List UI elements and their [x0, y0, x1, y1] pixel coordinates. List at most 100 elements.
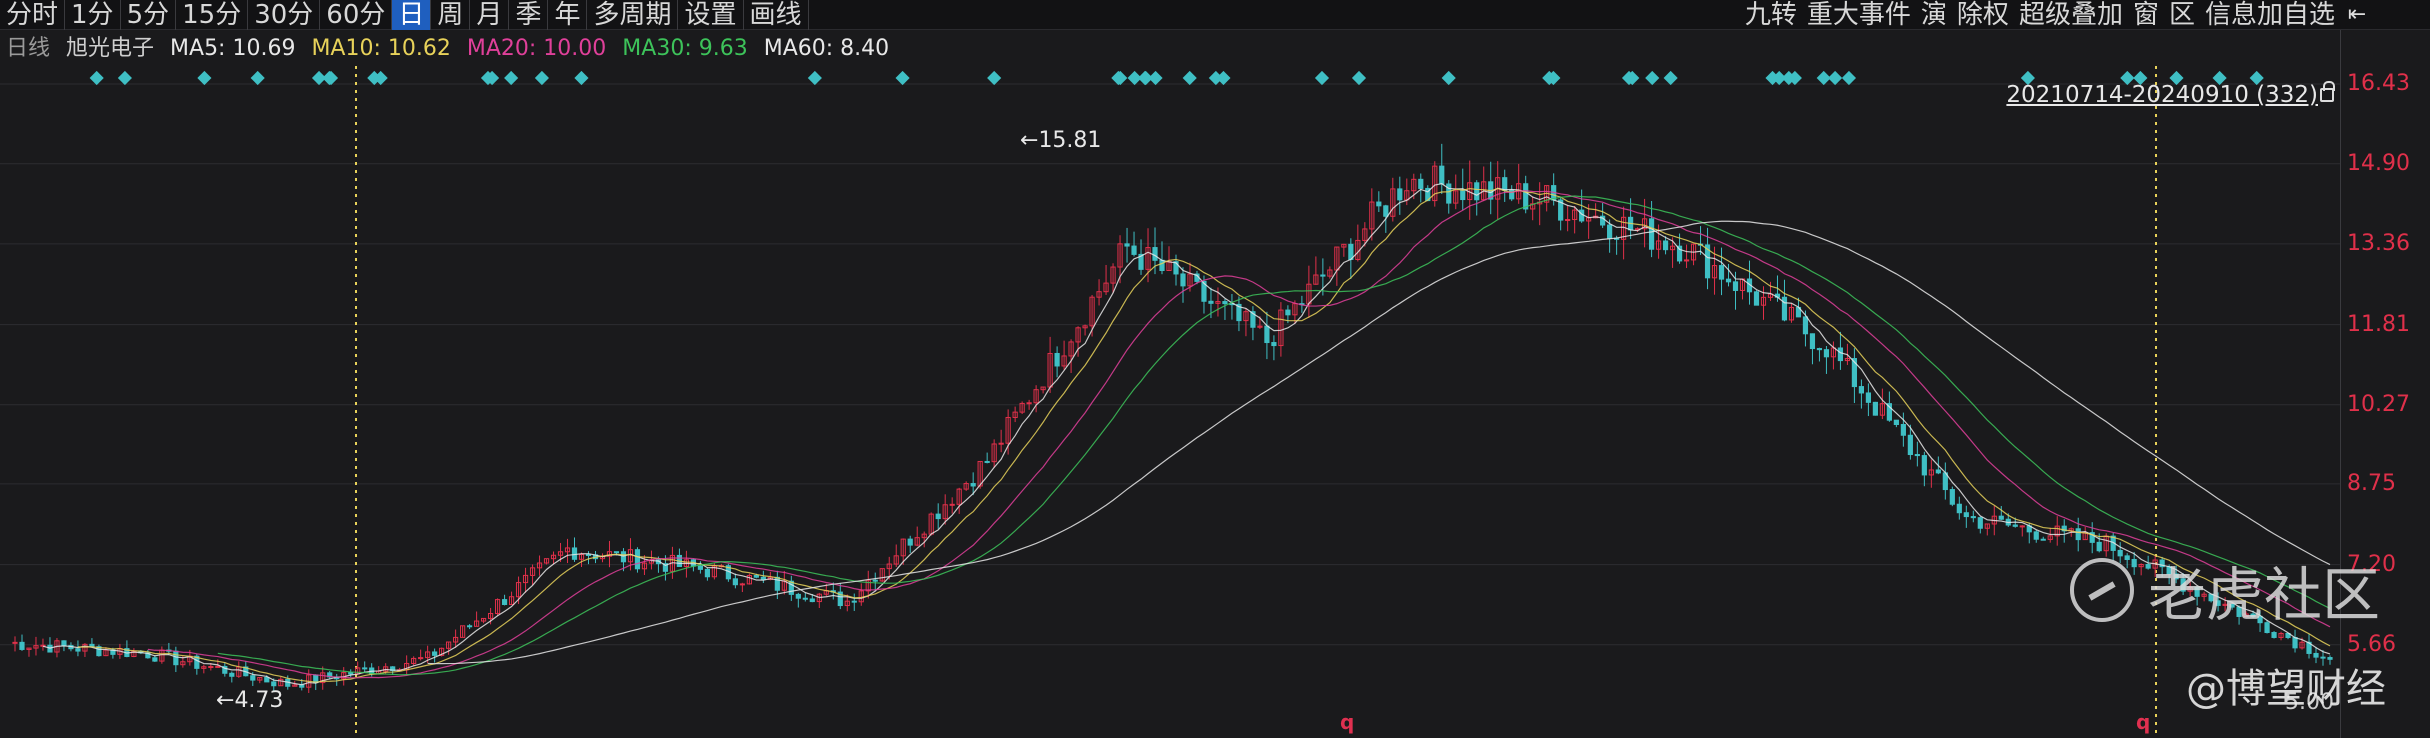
kline-chart[interactable] — [0, 64, 2340, 738]
high-price-label: ←15.81 — [1020, 128, 1102, 153]
lock-icon[interactable] — [2320, 81, 2335, 102]
y-tick-label: 10.27 — [2347, 391, 2410, 417]
chart-tool-button[interactable]: 窗 — [2128, 0, 2164, 30]
timeframe-tab[interactable]: 分时 — [0, 0, 66, 30]
candle-body — [1418, 178, 1424, 189]
candle-body — [998, 442, 1004, 445]
collapse-panel-icon[interactable]: ⇤ — [2344, 2, 2370, 28]
y-tick-label: 16.43 — [2347, 71, 2410, 97]
candle-body — [1131, 245, 1137, 255]
chart-tool-button[interactable]: 九转 — [1740, 0, 1802, 30]
candle-body — [2292, 636, 2298, 649]
timeframe-tab[interactable]: 5分 — [121, 0, 177, 30]
chart-toolbar: 分时 1分 5分 15分 30分 60分日周月季年多周期 设置 画线 九转 重大事件演除权 超级叠… — [0, 0, 2430, 30]
chart-tool-button[interactable]: 超级叠加 — [2014, 0, 2128, 30]
date-range-label[interactable]: 20210714-20240910 (332) — [2006, 82, 2318, 108]
candle-body — [1285, 309, 1291, 316]
event-diamond — [895, 70, 910, 86]
candle-body — [802, 597, 808, 600]
moving-average-line — [77, 187, 2331, 683]
candle-body — [12, 641, 18, 644]
chart-tool-button[interactable]: 信息加自选 — [2200, 0, 2340, 30]
timeframe-tab[interactable]: 月 — [470, 0, 510, 30]
candle-body — [1963, 512, 1969, 518]
candle-body — [2012, 524, 2018, 527]
candle-body — [1264, 325, 1270, 344]
candle-body — [1809, 333, 1816, 350]
event-diamond — [807, 70, 822, 86]
candle-body — [760, 576, 766, 580]
candle-body — [613, 551, 620, 554]
timeframe-tab[interactable]: 多周期 — [587, 0, 679, 30]
event-diamond — [1182, 70, 1197, 86]
candle-body — [1439, 165, 1445, 185]
candle-body — [697, 565, 704, 570]
candle-body — [1865, 392, 1871, 403]
candle-body — [1977, 517, 1983, 529]
event-diamond — [197, 70, 212, 86]
timeframe-tab[interactable]: 日 — [392, 0, 432, 30]
moving-average-line — [427, 220, 2331, 665]
chart-tool-button[interactable]: 除权 — [1952, 0, 2014, 30]
candle-body — [1816, 348, 1823, 351]
candle-body — [1397, 188, 1403, 201]
candle-body — [1208, 300, 1214, 304]
timeframe-tab[interactable]: 画线 — [744, 0, 809, 30]
candle-body — [2271, 632, 2277, 638]
candle-body — [173, 650, 179, 666]
candle-body — [634, 549, 641, 570]
candle-body — [2019, 525, 2025, 528]
candle-body — [704, 568, 710, 578]
candle-body — [1607, 224, 1613, 239]
candle-body — [1998, 515, 2004, 520]
event-diamond — [1216, 70, 1231, 86]
candle-body — [809, 598, 815, 603]
source-credit: @博望财经 — [2186, 666, 2386, 712]
candle-body — [907, 538, 913, 546]
candle-body — [1460, 190, 1466, 201]
candle-body — [348, 672, 354, 675]
candle-body — [1026, 402, 1032, 405]
candle-body — [1376, 201, 1382, 207]
moving-average-line — [217, 195, 2331, 676]
candle-body — [75, 648, 81, 652]
chart-tool-button[interactable]: 重大事件 — [1802, 0, 1916, 30]
event-diamond — [250, 70, 265, 86]
timeframe-tab[interactable]: 周 — [431, 0, 471, 30]
timeframe-tab[interactable]: 1分 — [65, 0, 121, 30]
candle-body — [1725, 278, 1732, 283]
candle-body — [2075, 528, 2081, 541]
event-diamond — [1663, 70, 1678, 86]
timeframe-tab[interactable]: 15分 — [176, 0, 249, 30]
event-diamond — [534, 70, 549, 86]
candle-body — [2033, 531, 2039, 540]
candle-body — [935, 513, 941, 520]
candle-body — [1383, 205, 1389, 217]
timeframe-tabs: 分时 1分 5分 15分 30分 60分日周月季年多周期 设置 画线 — [0, 0, 809, 30]
candle-body — [1837, 347, 1844, 362]
candle-body — [1271, 342, 1277, 347]
ma-value: MA20: 10.00 — [466, 36, 607, 61]
candle-body — [19, 641, 25, 650]
event-marker[interactable]: q — [2136, 710, 2150, 734]
timeframe-tab[interactable]: 季 — [509, 0, 549, 30]
candle-body — [501, 599, 508, 605]
candle-body — [620, 551, 627, 563]
event-marker[interactable]: q — [1340, 710, 1354, 734]
chart-tool-button[interactable]: 演 — [1916, 0, 1952, 30]
candle-body — [2040, 538, 2046, 541]
candle-body — [1320, 274, 1326, 277]
timeframe-tab[interactable]: 年 — [548, 0, 588, 30]
chart-tool-button[interactable]: 区 — [2164, 0, 2200, 30]
event-diamond — [1314, 70, 1330, 86]
candle-body — [1914, 454, 1920, 457]
timeframe-tab[interactable]: 60分 — [320, 0, 393, 30]
timeframe-tab[interactable]: 30分 — [248, 0, 321, 30]
y-tick-label: 13.36 — [2347, 230, 2410, 256]
event-diamond — [1441, 70, 1456, 86]
candle-body — [1802, 316, 1809, 335]
candle-body — [949, 503, 955, 506]
candle-body — [1781, 296, 1788, 321]
timeframe-tab[interactable]: 设置 — [678, 0, 744, 30]
candle-body — [1732, 281, 1739, 291]
